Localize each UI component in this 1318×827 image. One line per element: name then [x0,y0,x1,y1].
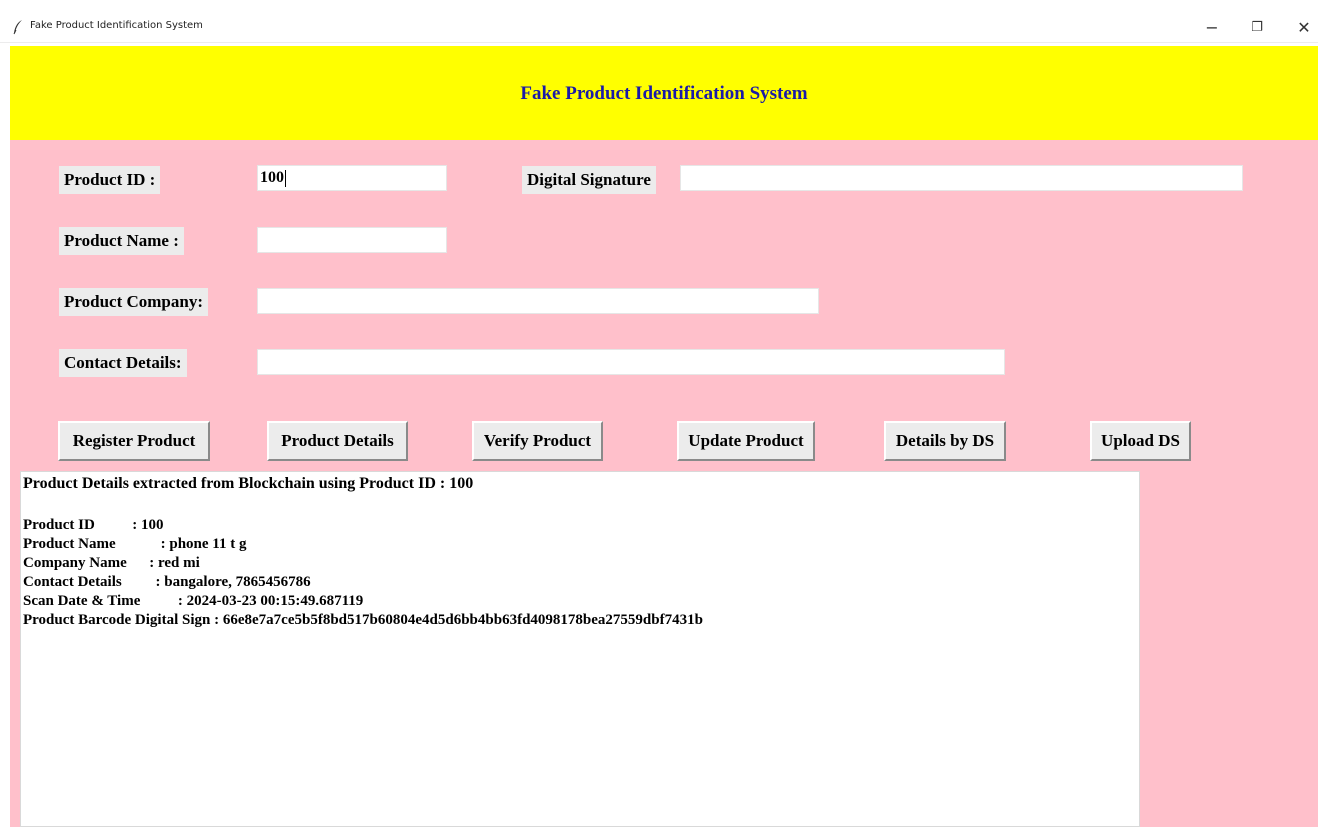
header-banner: Fake Product Identification System [10,46,1318,140]
product-name-input[interactable] [257,227,447,253]
product-company-input[interactable] [257,288,819,314]
app-window: Fake Product Identification System − ❐ ✕… [0,0,1318,827]
output-line-scan-date: Scan Date & Time : 2024-03-23 00:15:49.6… [23,593,364,609]
page-title-text: Fake Product Identification System [520,83,808,104]
maximize-button[interactable]: ❐ [1243,15,1271,39]
output-line-digital-sign: Product Barcode Digital Sign : 66e8e7a7c… [23,612,703,628]
digital-signature-input[interactable] [680,165,1243,191]
product-id-input[interactable]: 100 [257,165,447,191]
output-line-product-id: Product ID : 100 [23,517,164,533]
product-details-button[interactable]: Product Details [267,421,408,461]
product-id-value: 100 [260,169,284,186]
output-line-product-name: Product Name : phone 11 t g [23,536,247,552]
register-product-button[interactable]: Register Product [58,421,210,461]
text-caret [285,169,286,187]
product-company-label: Product Company: [59,288,208,316]
upload-ds-button[interactable]: Upload DS [1090,421,1191,461]
window-title: Fake Product Identification System [30,20,203,31]
digital-signature-label: Digital Signature [522,166,656,194]
contact-details-label: Contact Details: [59,349,187,377]
contact-details-input[interactable] [257,349,1005,375]
verify-product-button[interactable]: Verify Product [472,421,603,461]
update-product-button[interactable]: Update Product [677,421,815,461]
output-line-company-name: Company Name : red mi [23,555,200,571]
close-button[interactable]: ✕ [1290,15,1318,39]
output-heading: Product Details extracted from Blockchai… [23,475,474,492]
product-id-label: Product ID : [59,166,161,194]
page-title: Fake Product Identification System [10,83,1318,105]
output-spacer [23,493,1137,516]
title-bar: Fake Product Identification System − ❐ ✕ [0,12,1318,43]
minimize-button[interactable]: − [1198,15,1226,39]
output-text-area[interactable]: Product Details extracted from Blockchai… [20,471,1140,827]
feather-icon [13,20,22,35]
form-panel: Product ID : 100 Digital Signature Produ… [10,140,1318,827]
output-line-contact-details: Contact Details : bangalore, 7865456786 [23,574,311,590]
details-by-ds-button[interactable]: Details by DS [884,421,1006,461]
product-name-label: Product Name : [59,227,184,255]
